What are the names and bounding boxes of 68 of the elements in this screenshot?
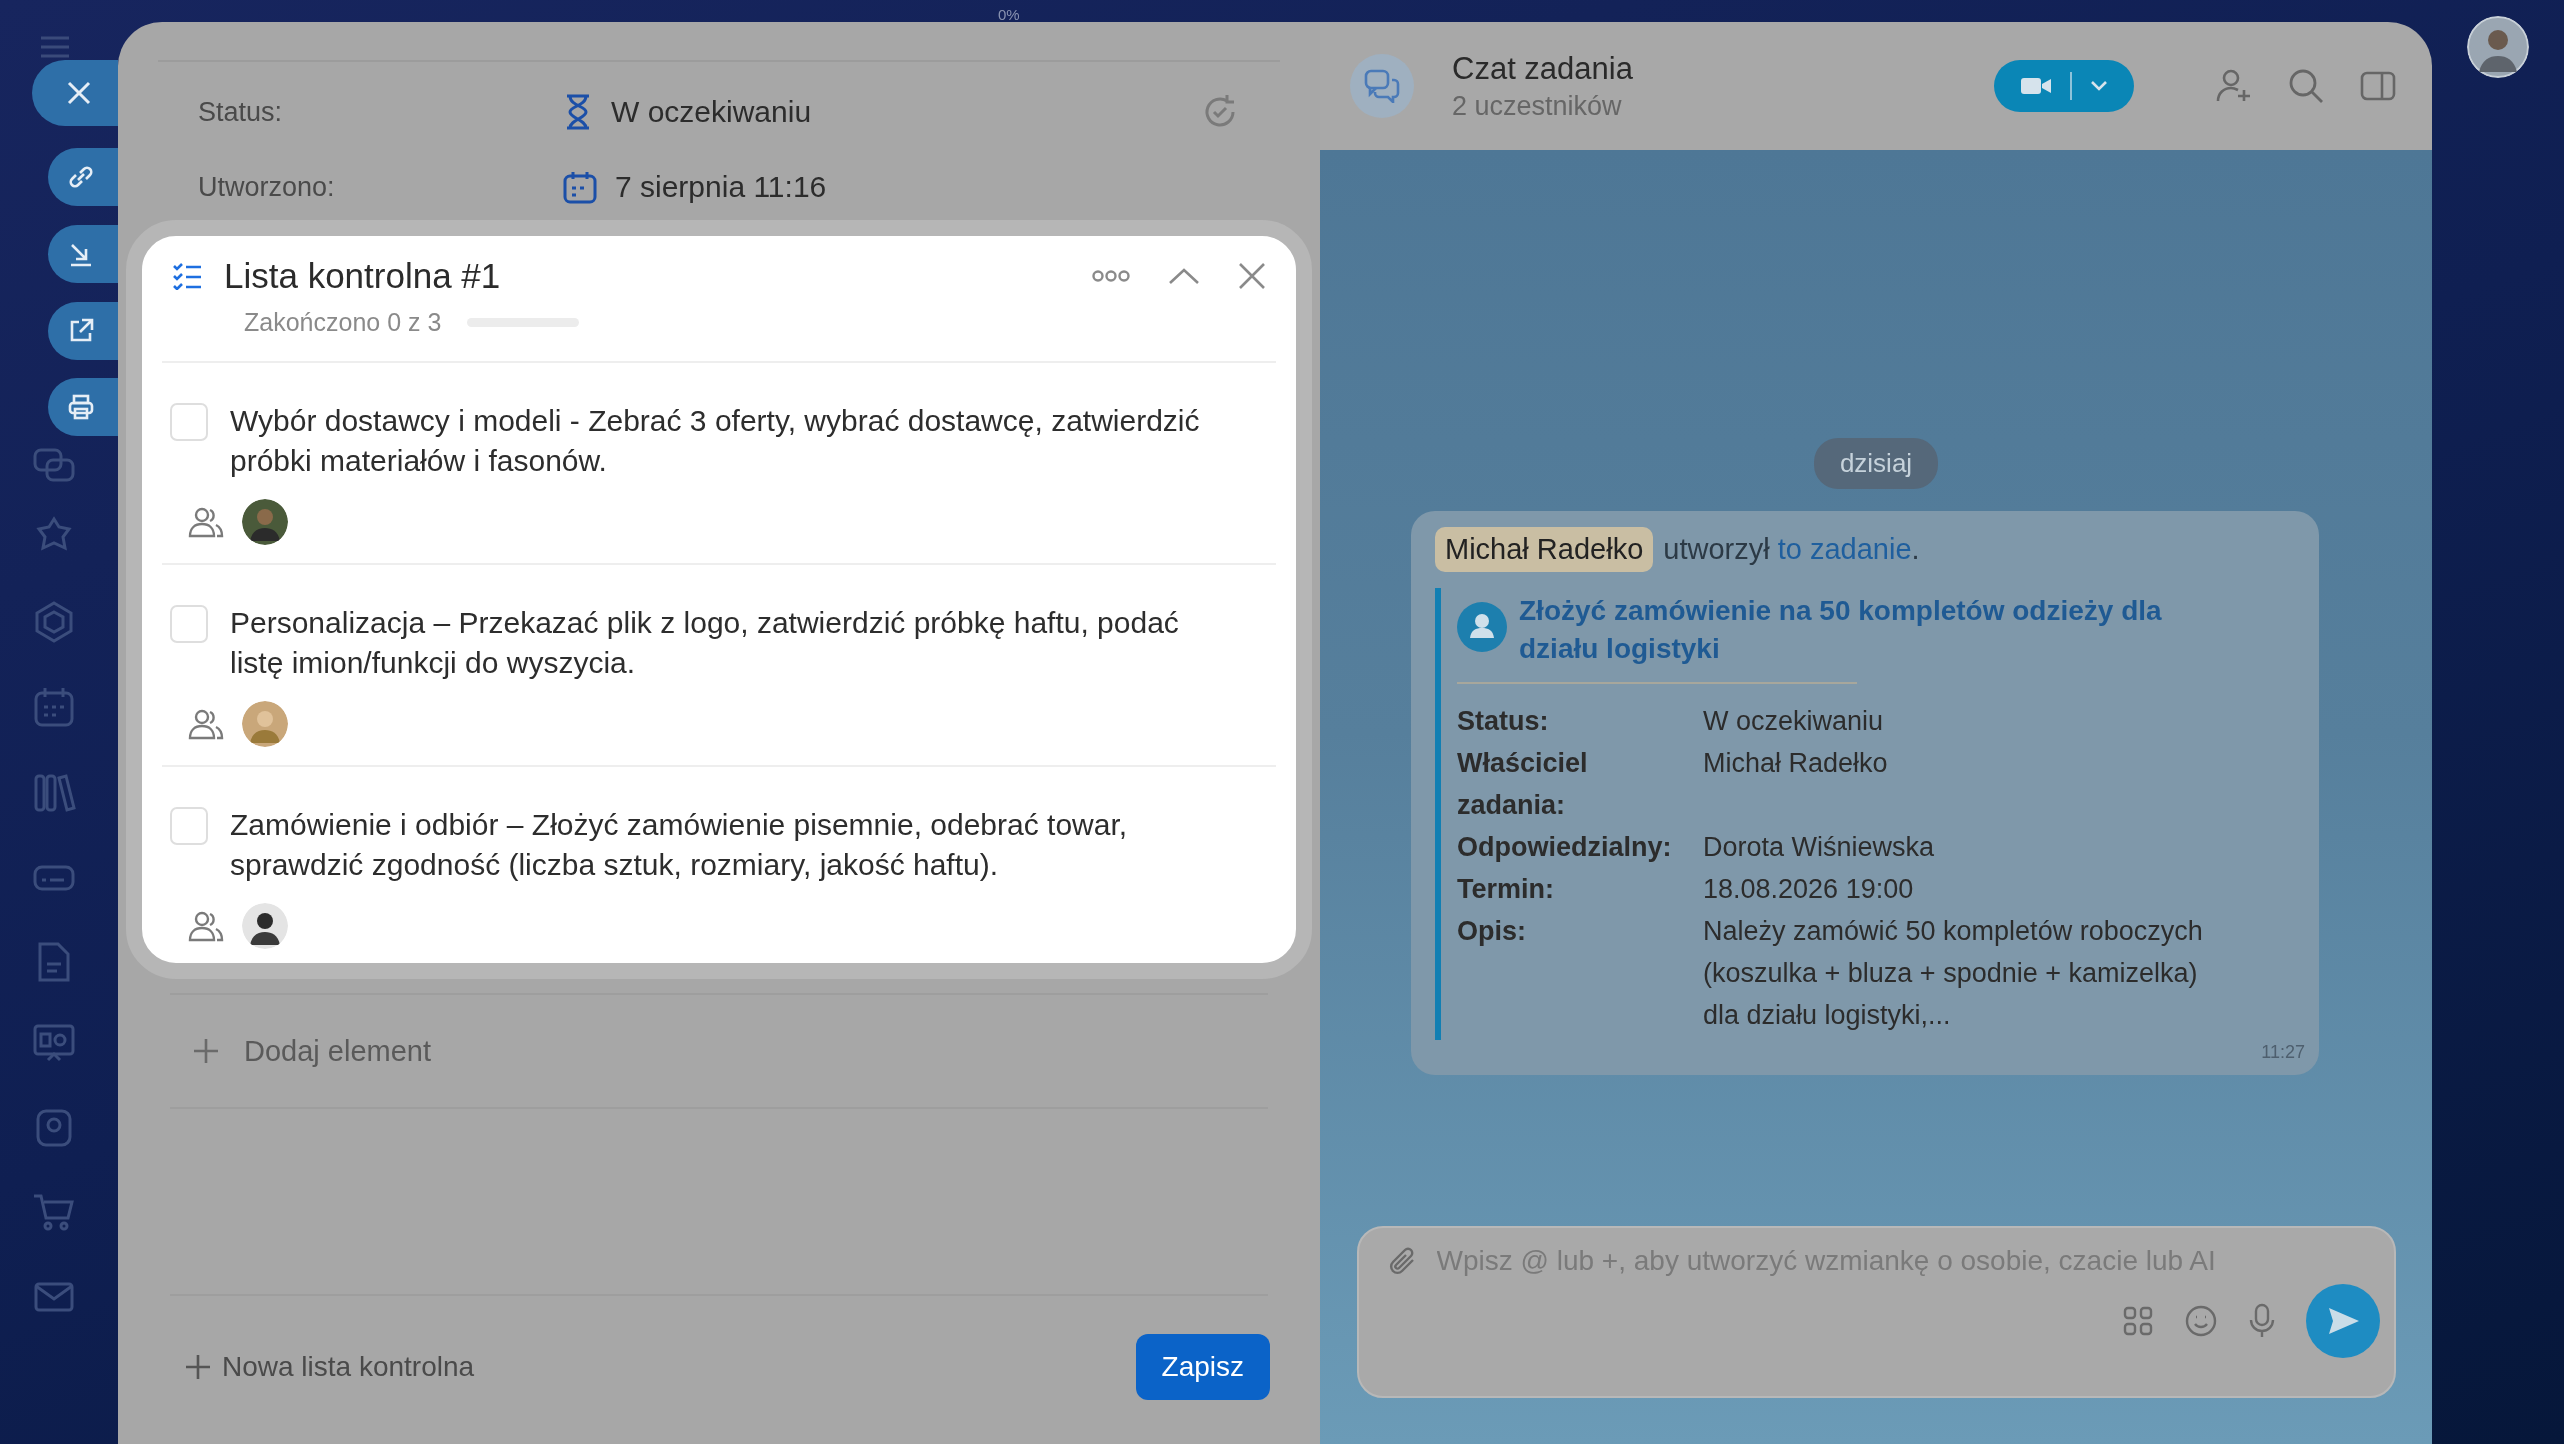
chevron-down-icon [2090, 80, 2108, 92]
field-label: Status: [1457, 705, 1550, 738]
user-avatar-icon [1457, 602, 1507, 652]
close-icon [66, 80, 92, 106]
checkbox[interactable] [170, 403, 208, 441]
chat-title: Czat zadania [1452, 50, 1634, 87]
field-label: Opis: [1457, 915, 1527, 948]
menu-icon[interactable] [40, 36, 70, 58]
chat-subtitle: 2 uczestników [1452, 90, 1623, 122]
date-divider: dzisiaj [1813, 438, 1939, 489]
checklist-item-text: Zamówienie i odbiór – Złożyć zamówienie pisemnie, odebrać towar, sprawdzić zgodność (liczba sztuk, rozmiary, jakość haftu). [230, 807, 1129, 883]
users-icon[interactable] [188, 910, 224, 942]
message-time: 11:27 [2261, 1042, 2305, 1063]
search-icon[interactable] [2288, 68, 2324, 104]
users-icon[interactable] [188, 506, 224, 538]
field-label: Właściciel zadania: [1457, 747, 1589, 822]
print-button[interactable] [48, 378, 118, 436]
field-value: Dorota Wiśniewska [1703, 831, 1936, 864]
more-icon[interactable] [1092, 270, 1130, 282]
plus-icon [192, 1037, 220, 1065]
side-panel-icon[interactable] [2360, 71, 2396, 101]
add-user-icon[interactable] [2216, 68, 2252, 104]
message-text: utworzył to zadanie. [1663, 533, 1920, 566]
field-label: Termin: [1457, 873, 1555, 906]
checklist-title: Lista kontrolna #1 [224, 256, 502, 296]
created-value: 7 sierpnia 11:16 [615, 170, 828, 204]
created-label: Utworzono: [198, 171, 336, 203]
field-value: Michał Radełko [1703, 747, 1889, 780]
field-label: Odpowiedzialny: [1457, 831, 1673, 864]
checklist-icon [172, 262, 202, 290]
chevron-up-icon[interactable] [1168, 267, 1200, 285]
chat-icon [1364, 69, 1400, 103]
calendar-icon [563, 170, 597, 204]
new-checklist-button[interactable]: Nowa lista kontrolna [184, 1351, 475, 1383]
plus-icon [184, 1353, 212, 1381]
avatar[interactable] [242, 499, 288, 545]
add-item-button[interactable]: Dodaj element [148, 995, 1290, 1107]
checklist-item-text: Wybór dostawcy i modeli - Zebrać 3 oferty, wybrać dostawcę, zatwierdzić próbki materiałów i fasonów. [230, 403, 1201, 479]
video-camera-icon [2020, 75, 2052, 97]
avatar[interactable] [242, 903, 288, 949]
author-chip[interactable]: Michał Radełko [1435, 527, 1654, 572]
checkbox[interactable] [170, 605, 208, 643]
close-icon[interactable] [1238, 262, 1266, 290]
close-button[interactable] [32, 60, 118, 126]
user-avatar[interactable] [2467, 16, 2529, 78]
status-value: W oczekiwaniu [611, 95, 813, 129]
external-link-button[interactable] [48, 302, 118, 360]
link-button[interactable] [48, 148, 118, 206]
status-label: Status: [198, 96, 284, 128]
download-button[interactable] [48, 225, 118, 283]
field-value: 18.08.2026 19:00 [1703, 873, 1915, 906]
checkbox[interactable] [170, 807, 208, 845]
checklist-item-text: Personalizacja – Przekazać plik z logo, zatwierdzić próbkę haftu, podać listę imion/funkcji do wyszycia. [230, 605, 1180, 681]
save-button[interactable]: Zapisz [1135, 1334, 1270, 1400]
calendar-icon[interactable] [32, 685, 76, 729]
users-icon[interactable] [188, 708, 224, 740]
print-icon [66, 392, 96, 422]
video-call-button[interactable] [1994, 60, 2134, 112]
progress-text: Zakończono 0 z 3 [244, 308, 442, 337]
apps-icon[interactable] [2121, 1305, 2154, 1337]
microphone-icon[interactable] [2247, 1303, 2276, 1339]
send-icon [2326, 1306, 2361, 1336]
field-value: W oczekiwaniu [1703, 705, 1885, 738]
field-value: Należy zamówić 50 kompletów roboczych (koszulka + bluza + spodnie + kamizelka) dla działu logistyki,... [1703, 915, 2204, 1032]
task-link[interactable]: to zadanie [1777, 533, 1912, 565]
task-title-link[interactable]: Złożyć zamówienie na 50 kompletów odzieży dla działu logistyki [1519, 592, 2199, 668]
emoji-icon[interactable] [2183, 1304, 2218, 1338]
progress-percent: 0% [998, 6, 1020, 23]
